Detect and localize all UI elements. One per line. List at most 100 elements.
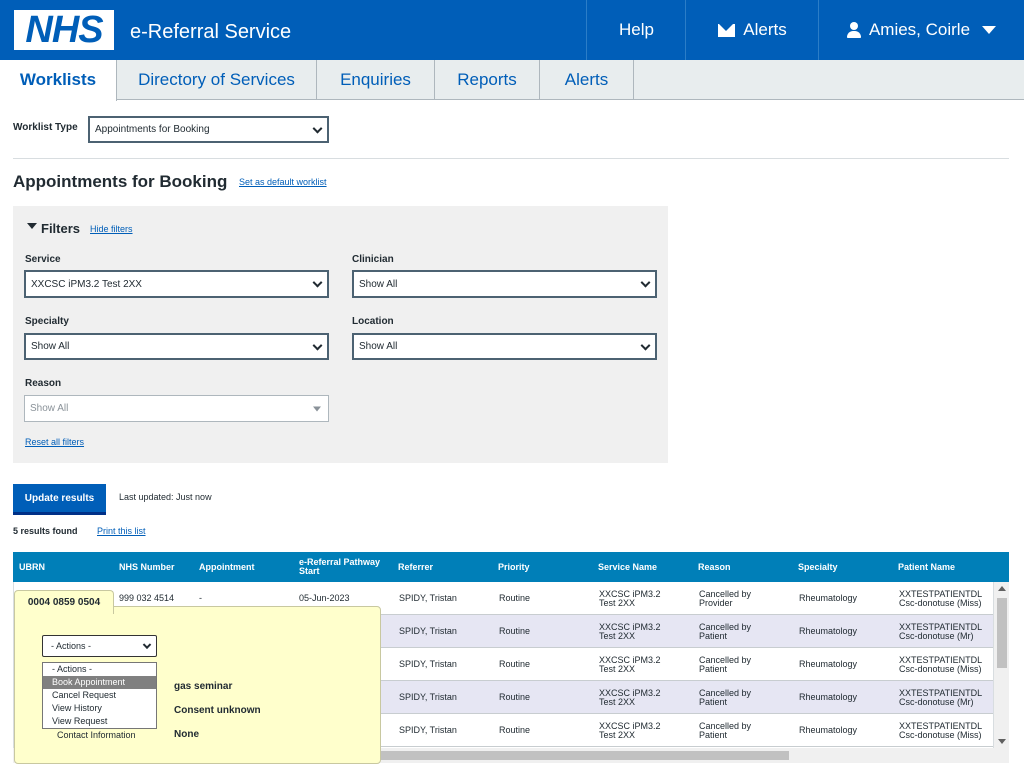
cell-specialty: Rheumatology [799, 692, 858, 702]
clinician-select[interactable]: Show All [352, 270, 657, 298]
filters-title: Filters [41, 221, 81, 236]
reason-label: Reason [25, 378, 62, 389]
tab-worklists[interactable]: Worklists [0, 60, 117, 101]
top-header: NHS e-Referral Service Help Alerts Amies… [0, 0, 1024, 60]
service-value: XXCSC iPM3.2 Test 2XX [31, 278, 142, 290]
cell-reason: Cancelled by Patient [699, 654, 752, 674]
chevron-down-icon [312, 123, 323, 134]
ubrn-link[interactable]: 0004 0859 0504 [14, 590, 114, 614]
popup-line-2: Consent unknown [174, 705, 261, 716]
nhs-logo[interactable]: NHS [14, 10, 114, 50]
tab-directory-of-services[interactable]: Directory of Services [117, 60, 317, 100]
col-appointment[interactable]: Appointment [199, 552, 255, 582]
cell-reason: Cancelled by Provider [699, 588, 752, 608]
cell-priority: Routine [499, 725, 531, 735]
envelope-icon [718, 23, 736, 37]
cell-priority: Routine [499, 626, 531, 636]
action-option-view-history[interactable]: View History [43, 702, 156, 715]
main-tabs: Worklists Directory of Services Enquirie… [0, 60, 1024, 101]
specialty-value: Show All [31, 341, 70, 352]
popup-line-1: gas seminar [174, 681, 233, 692]
cell-service-name: XXCSC iPM3.2 Test 2XX [599, 654, 661, 674]
chevron-down-icon [312, 277, 323, 288]
col-nhs-number[interactable]: NHS Number [119, 552, 175, 582]
divider [13, 158, 1009, 159]
col-specialty[interactable]: Specialty [798, 552, 838, 582]
col-patient-name[interactable]: Patient Name [898, 552, 955, 582]
scroll-up-icon[interactable] [998, 586, 1006, 591]
help-label: Help [619, 20, 654, 39]
filters-panel: Filters Hide filters Service XXCSC iPM3.… [13, 206, 668, 463]
action-option-book-appointment[interactable]: Book Appointment [43, 676, 156, 689]
cell-specialty: Rheumatology [799, 659, 858, 669]
print-list-link[interactable]: Print this list [97, 526, 146, 536]
col-reason[interactable]: Reason [698, 552, 731, 582]
cell-priority: Routine [499, 692, 531, 702]
hide-filters-link[interactable]: Hide filters [90, 224, 133, 234]
col-ubrn[interactable]: UBRN [19, 552, 45, 582]
cell-service-name: XXCSC iPM3.2 Test 2XX [599, 588, 661, 608]
clinician-label: Clinician [352, 254, 394, 265]
user-menu-button[interactable]: Amies, Coirle [818, 0, 1024, 60]
help-button[interactable]: Help [586, 0, 686, 60]
triangle-down-icon[interactable] [27, 223, 37, 229]
cell-patient-name: XXTESTPATIENTDL Csc-donotuse (Mr) [899, 687, 982, 707]
cell-referrer: SPIDY, Tristan [399, 593, 457, 603]
update-results-button[interactable]: Update results [13, 484, 106, 512]
alerts-button[interactable]: Alerts [685, 0, 819, 60]
service-select[interactable]: XXCSC iPM3.2 Test 2XX [24, 270, 329, 298]
service-name: e-Referral Service [130, 21, 292, 43]
page-title: Appointments for Booking [13, 172, 228, 191]
triangle-down-icon [313, 406, 321, 411]
actions-value: - Actions - [51, 641, 92, 651]
cell-referrer: SPIDY, Tristan [399, 725, 457, 735]
tab-enquiries[interactable]: Enquiries [317, 60, 435, 100]
chevron-down-icon [640, 340, 651, 351]
cell-referrer: SPIDY, Tristan [399, 659, 457, 669]
contact-info-value: None [174, 729, 199, 740]
location-select[interactable]: Show All [352, 333, 657, 360]
scroll-down-icon[interactable] [998, 739, 1006, 744]
chevron-down-icon [142, 640, 152, 650]
cell-patient-name: XXTESTPATIENTDL Csc-donotuse (Miss) [899, 654, 982, 674]
caret-down-icon [982, 26, 997, 34]
service-label: Service [25, 254, 61, 265]
reset-filters-link[interactable]: Reset all filters [25, 437, 84, 447]
cell-service-name: XXCSC iPM3.2 Test 2XX [599, 687, 661, 707]
cell-reason: Cancelled by Patient [699, 687, 752, 707]
cell-priority: Routine [499, 593, 531, 603]
results-count: 5 results found [13, 526, 78, 536]
cell-specialty: Rheumatology [799, 725, 858, 735]
cell-service-name: XXCSC iPM3.2 Test 2XX [599, 720, 661, 740]
tab-reports[interactable]: Reports [435, 60, 540, 100]
chevron-down-icon [312, 340, 323, 351]
cell-referrer: SPIDY, Tristan [399, 626, 457, 636]
vertical-scrollbar[interactable] [993, 582, 1009, 748]
cell-priority: Routine [499, 659, 531, 669]
tab-alerts[interactable]: Alerts [540, 60, 634, 100]
set-default-worklist-link[interactable]: Set as default worklist [239, 177, 327, 187]
col-priority[interactable]: Priority [498, 552, 530, 582]
worklist-type-select[interactable]: Appointments for Booking [88, 116, 329, 143]
actions-dropdown: - Actions - Book Appointment Cancel Requ… [42, 662, 157, 729]
vertical-scroll-thumb[interactable] [997, 598, 1007, 668]
col-service-name[interactable]: Service Name [598, 552, 657, 582]
action-option-cancel-request[interactable]: Cancel Request [43, 689, 156, 702]
chevron-down-icon [640, 277, 651, 288]
action-option-placeholder[interactable]: - Actions - [43, 663, 156, 676]
cell-service-name: XXCSC iPM3.2 Test 2XX [599, 621, 661, 641]
reason-select[interactable]: Show All [24, 395, 329, 422]
col-referrer[interactable]: Referrer [398, 552, 433, 582]
action-option-view-request[interactable]: View Request [43, 715, 156, 728]
cell-patient-name: XXTESTPATIENTDL Csc-donotuse (Mr) [899, 621, 982, 641]
cell-specialty: Rheumatology [799, 593, 858, 603]
cell-patient-name: XXTESTPATIENTDL Csc-donotuse (Miss) [899, 720, 982, 740]
specialty-label: Specialty [25, 316, 69, 327]
cell-referrer: SPIDY, Tristan [399, 692, 457, 702]
alerts-label: Alerts [743, 20, 787, 39]
cell-reason: Cancelled by Patient [699, 621, 752, 641]
specialty-select[interactable]: Show All [24, 333, 329, 360]
col-pathway-start[interactable]: e-Referral Pathway Start [299, 552, 394, 582]
last-updated-text: Last updated: Just now [119, 492, 212, 502]
actions-select[interactable]: - Actions - [42, 635, 157, 657]
